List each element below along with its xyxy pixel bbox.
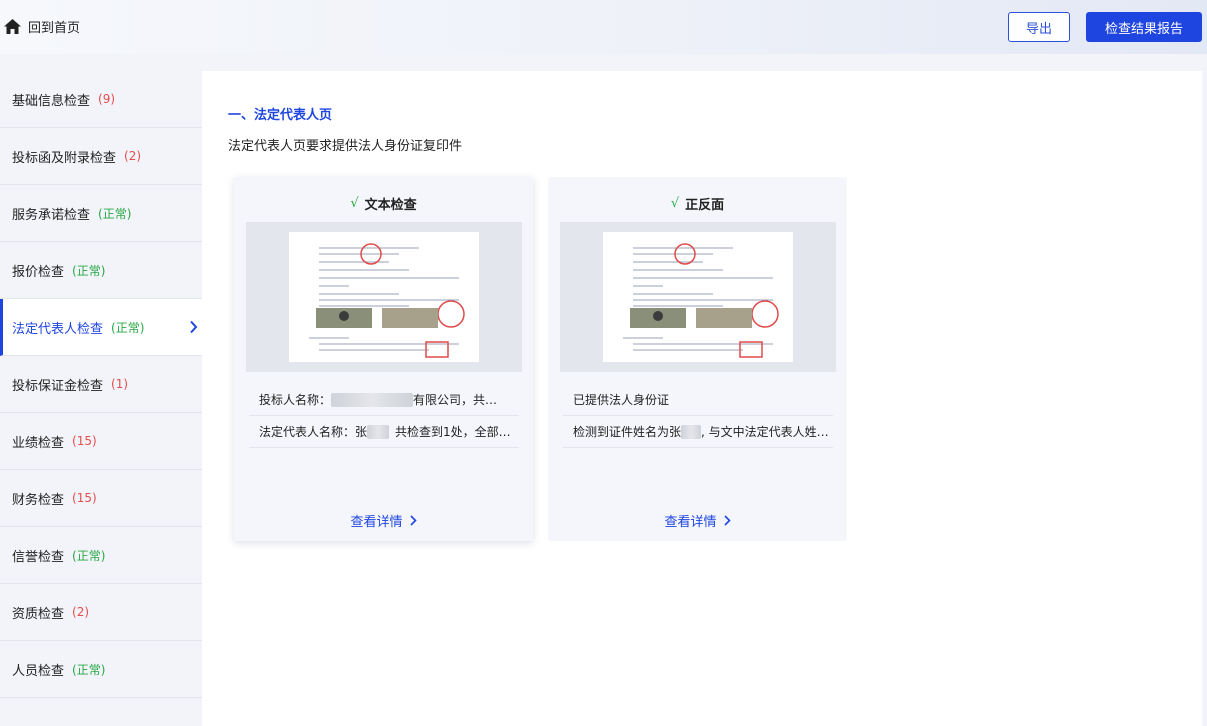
document-page — [289, 232, 479, 362]
sidebar-item-label: 业绩检查 — [12, 435, 65, 451]
check-mark-icon: √ — [350, 196, 359, 211]
sidebar-item-count: (正常) — [72, 662, 106, 677]
info-row-text: , 与文中法定代表人姓… — [701, 425, 829, 439]
document-thumbnail[interactable] — [246, 222, 522, 372]
info-row-text: 共检查到1处，全部… — [395, 425, 511, 439]
info-row-text: 法定代表人名称：张 — [259, 425, 368, 439]
sidebar-item-label: 投标函及附录检查 — [12, 150, 117, 166]
info-row-text: 有限公司，共… — [413, 393, 498, 407]
info-row-id-provided: 已提供法人身份证 — [563, 384, 833, 416]
sidebar-item-label: 人员检查 — [12, 663, 65, 679]
sidebar-item-credit[interactable]: 信誉检查 (正常) — [0, 527, 202, 584]
sidebar-item-count: (15) — [72, 491, 97, 505]
sidebar-item-label: 服务承诺检查 — [12, 207, 91, 223]
sidebar-item-count: (1) — [111, 377, 129, 391]
sidebar-item-finance[interactable]: 财务检查 (15) — [0, 470, 202, 527]
sidebar-item-bid-bond[interactable]: 投标保证金检查 (1) — [0, 356, 202, 413]
sidebar-item-quotation[interactable]: 报价检查 (正常) — [0, 242, 202, 299]
info-row-id-name-detected: 检测到证件姓名为张 , 与文中法定代表人姓… — [563, 416, 833, 448]
sidebar-item-service-commitment[interactable]: 服务承诺检查 (正常) — [0, 185, 202, 242]
sidebar-item-personnel[interactable]: 人员检查 (正常) — [0, 641, 202, 698]
section-description: 法定代表人页要求提供法人身份证复印件 — [228, 139, 463, 154]
sidebar-item-count: (正常) — [98, 206, 132, 221]
sidebar-item-count: (2) — [72, 605, 90, 619]
report-button[interactable]: 检查结果报告 — [1086, 12, 1202, 42]
view-details-label: 查看详情 — [664, 515, 717, 530]
main-panel: 一、法定代表人页 法定代表人页要求提供法人身份证复印件 √ 文本检查 投标人名称… — [202, 71, 1202, 726]
sidebar-item-performance[interactable]: 业绩检查 (15) — [0, 413, 202, 470]
info-row-text: 投标人名称： — [259, 393, 332, 407]
sidebar-item-count: (正常) — [72, 263, 106, 278]
sidebar-item-label: 报价检查 — [12, 264, 65, 280]
sidebar-item-label: 投标保证金检查 — [12, 378, 104, 394]
check-card-id-sides: √ 正反面 已提供法人身份证 检测到证件姓名为张 , 与文中法定代表人姓… 查看… — [548, 177, 847, 541]
sidebar-item-qualification[interactable]: 资质检查 (2) — [0, 584, 202, 641]
export-button[interactable]: 导出 — [1008, 12, 1070, 42]
sidebar-item-label: 法定代表人检查 — [12, 321, 104, 337]
home-label: 回到首页 — [28, 21, 81, 36]
sidebar-item-label: 财务检查 — [12, 492, 65, 508]
chevron-right-icon — [723, 515, 731, 526]
top-bar: 回到首页 导出 检查结果报告 — [0, 0, 1207, 54]
sidebar-item-count: (正常) — [72, 548, 106, 563]
sidebar-item-label: 信誉检查 — [12, 549, 65, 565]
card-title: 正反面 — [685, 198, 725, 213]
card-header: √ 正反面 — [548, 194, 847, 213]
sidebar: 基础信息检查 (9) 投标函及附录检查 (2) 服务承诺检查 (正常) 报价检查… — [0, 71, 202, 698]
info-row-legal-rep: 法定代表人名称：张 共检查到1处，全部… — [249, 416, 519, 448]
sidebar-item-count: (2) — [124, 149, 142, 163]
redacted-text — [331, 392, 414, 407]
redacted-text — [681, 424, 702, 439]
view-details-label: 查看详情 — [350, 515, 403, 530]
chevron-right-icon — [409, 515, 417, 526]
sidebar-item-count: (15) — [72, 434, 97, 448]
info-row-text: 已提供法人身份证 — [573, 393, 670, 407]
section-title: 一、法定代表人页 — [228, 108, 333, 123]
redacted-text — [367, 424, 390, 439]
sidebar-item-label: 基础信息检查 — [12, 93, 91, 109]
card-header: √ 文本检查 — [234, 194, 533, 213]
sidebar-item-label: 资质检查 — [12, 606, 65, 622]
sidebar-item-count: (9) — [98, 92, 116, 106]
home-icon — [4, 19, 21, 34]
view-details-link[interactable]: 查看详情 — [234, 511, 533, 530]
sidebar-item-legal-representative[interactable]: 法定代表人检查 (正常) — [0, 299, 202, 356]
view-details-link[interactable]: 查看详情 — [548, 511, 847, 530]
sidebar-item-count: (正常) — [111, 320, 145, 335]
check-card-text: √ 文本检查 投标人名称： 有限公司，共… 法定代表人名称：张 共检查到1处，全… — [234, 177, 533, 541]
sidebar-item-basic-info[interactable]: 基础信息检查 (9) — [0, 71, 202, 128]
info-row-text: 检测到证件姓名为张 — [573, 425, 682, 439]
sidebar-item-bid-letter[interactable]: 投标函及附录检查 (2) — [0, 128, 202, 185]
document-thumbnail[interactable] — [560, 222, 836, 372]
info-row-bidder-name: 投标人名称： 有限公司，共… — [249, 384, 519, 416]
chevron-right-icon — [189, 320, 198, 334]
check-mark-icon: √ — [670, 196, 680, 211]
home-link[interactable]: 回到首页 — [4, 17, 80, 36]
document-preview-image — [623, 243, 779, 358]
document-page — [603, 232, 793, 362]
document-preview-image — [309, 243, 465, 358]
card-title: 文本检查 — [364, 198, 417, 213]
